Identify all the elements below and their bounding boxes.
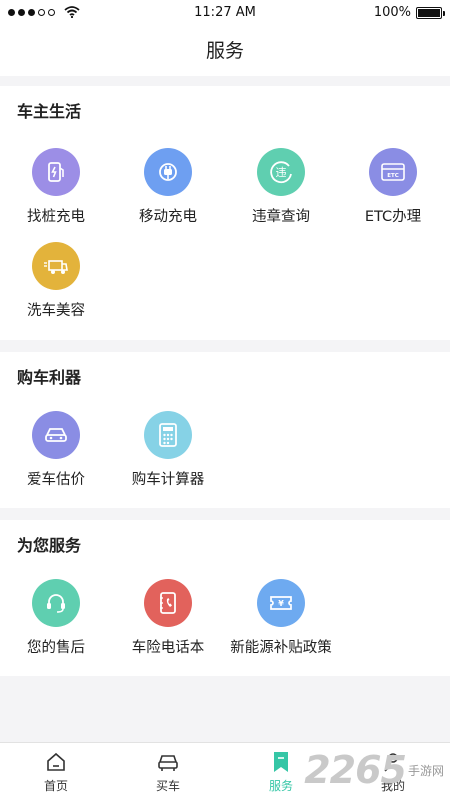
etc-card-icon: ETC [369,148,417,196]
service-insurance-phonebook[interactable]: 车险电话本 [112,579,224,657]
service-car-wash[interactable]: 洗车美容 [0,242,112,320]
calculator-icon [144,411,192,459]
section-title: 为您服务 [17,536,82,555]
service-car-valuation[interactable]: 爱车估价 [0,411,112,489]
section-purchase-tools: 购车利器 爱车估价 购车计算器 [0,352,450,508]
plug-icon [144,148,192,196]
violation-icon: 违 [257,148,305,196]
item-label: 爱车估价 [27,472,85,488]
section-title: 车主生活 [17,102,82,121]
watermark-number: 2265 [304,748,407,792]
nav-bar: 服务 [0,26,450,76]
service-etc[interactable]: ETC ETC办理 [337,148,449,226]
item-label: 新能源补贴政策 [230,640,332,656]
section-owner-life: 车主生活 找桩充电 移动充电 违 违章查询 ETC ETC办理 洗车美容 [0,86,450,340]
service-violation-query[interactable]: 违 违章查询 [225,148,337,226]
status-bar: 11:27 AM 100% [0,0,450,26]
battery-percent: 100% [373,5,411,20]
tab-buy-car[interactable]: 买车 [112,749,224,794]
item-label: 洗车美容 [27,303,85,319]
watermark-logo: 2265 手游网 [304,748,444,792]
service-after-sales[interactable]: 您的售后 [0,579,112,657]
car-icon [112,749,224,775]
svg-text:¥: ¥ [278,599,284,608]
car-valuation-icon [32,411,80,459]
service-find-charger[interactable]: 找桩充电 [0,148,112,226]
car-wash-icon [32,242,80,290]
item-label: 找桩充电 [27,209,85,225]
item-label: 违章查询 [252,209,310,225]
phonebook-icon [144,579,192,627]
service-ev-subsidy[interactable]: ¥ 新能源补贴政策 [225,579,337,657]
service-mobile-charging[interactable]: 移动充电 [112,148,224,226]
watermark-site: 手游网 [407,763,444,778]
svg-text:违: 违 [276,166,287,179]
subsidy-ticket-icon: ¥ [257,579,305,627]
battery-icon [416,6,445,19]
headset-icon [32,579,80,627]
page-title: 服务 [205,40,244,62]
item-label: 移动充电 [139,209,197,225]
tab-label: 首页 [43,779,68,793]
section-our-services: 为您服务 您的售后 车险电话本 ¥ 新能源补贴政策 [0,520,450,676]
home-icon [0,749,112,775]
item-label: 您的售后 [27,640,85,656]
tab-label: 买车 [155,779,180,793]
svg-text:ETC: ETC [387,173,399,179]
tab-home[interactable]: 首页 [0,749,112,794]
service-car-calculator[interactable]: 购车计算器 [112,411,224,489]
section-title: 购车利器 [17,368,82,387]
item-label: 购车计算器 [131,472,205,488]
item-label: 车险电话本 [131,640,205,656]
item-label: ETC办理 [364,209,422,225]
charging-pile-icon [32,148,80,196]
